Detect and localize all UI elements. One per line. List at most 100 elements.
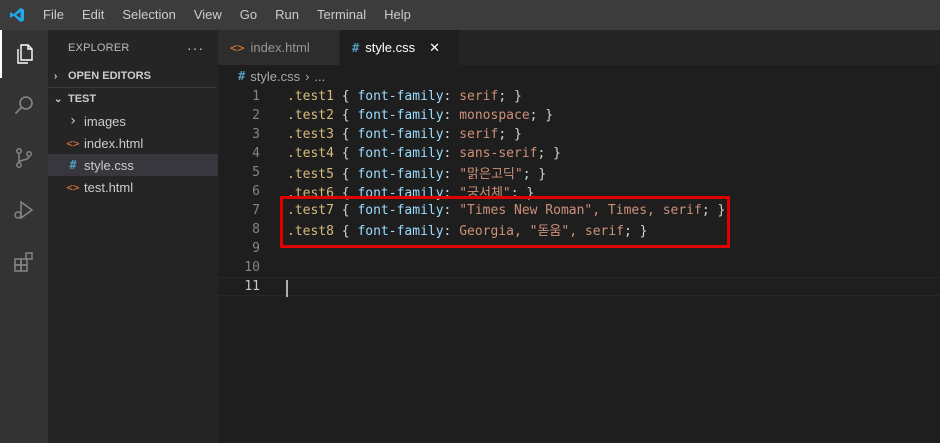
folder-test-section[interactable]: ⌄ TEST [48,88,218,110]
editor-tabs: <> index.html # style.css ✕ [218,30,940,65]
css-property: font-family [357,186,444,201]
menu-selection[interactable]: Selection [113,0,184,30]
tab-style-css[interactable]: # style.css ✕ [340,30,460,65]
tree-item-label: style.css [84,157,134,173]
title-bar: File Edit Selection View Go Run Terminal… [0,0,940,30]
html-file-icon: <> [66,136,80,150]
code-editor[interactable]: 1 .test1 { font-family: serif; } 2 .test… [218,87,940,443]
line-number: 8 [252,222,260,237]
css-file-icon: # [69,158,77,172]
tree-item-label: test.html [84,179,134,195]
extensions-icon[interactable] [0,238,48,286]
source-control-icon[interactable] [0,134,48,182]
css-file-icon: # [352,40,360,55]
css-selector: .test1 [287,89,334,104]
folder-label: TEST [68,93,97,105]
code-line: 5 .test5 { font-family: "맑은고딕"; } [218,163,940,182]
css-property: font-family [357,224,444,239]
close-icon[interactable]: ✕ [429,40,440,56]
line-number: 11 [244,279,260,294]
vscode-logo-icon [0,0,34,30]
tab-label: style.css [365,40,416,55]
line-number: 3 [252,127,260,142]
line-number: 10 [244,260,260,275]
line-number: 7 [252,203,260,218]
css-selector: .test5 [287,167,334,182]
css-selector: .test4 [287,146,334,161]
line-number: 4 [252,146,260,161]
explorer-header: EXPLORER ··· [48,30,218,65]
explorer-title: EXPLORER [68,41,130,54]
chevron-down-icon: ⌄ [54,93,63,105]
tree-item-index-html[interactable]: <> index.html [48,132,218,154]
breadcrumb-symbols[interactable]: ... [314,69,325,84]
css-value: sans-serif [459,146,538,161]
code-line: 2 .test2 { font-family: monospace; } [218,106,940,125]
breadcrumb: # style.css › ... [218,65,940,87]
tree-item-label: index.html [84,135,144,151]
css-property: font-family [357,167,444,182]
css-value: Georgia, "돋움", serif [459,224,625,239]
css-selector: .test6 [287,186,334,201]
css-value: serif [459,89,499,104]
css-value: "맑은고딕" [459,167,523,182]
css-value: "궁서체" [459,186,511,201]
tree-item-images[interactable]: › images [48,110,218,132]
menu-file[interactable]: File [34,0,73,30]
menu-view[interactable]: View [185,0,231,30]
explorer-files-icon[interactable] [0,30,48,78]
code-line: 3 .test3 { font-family: serif; } [218,125,940,144]
css-selector: .test8 [287,224,334,239]
line-number: 9 [252,241,260,256]
open-editors-section[interactable]: › OPEN EDITORS [48,65,218,87]
menu-bar: File Edit Selection View Go Run Terminal… [34,0,420,30]
code-line: 6 .test6 { font-family: "궁서체"; } [218,182,940,201]
more-actions-icon[interactable]: ··· [187,40,204,56]
menu-help[interactable]: Help [375,0,420,30]
chevron-right-icon: › [68,113,78,129]
breadcrumb-file[interactable]: style.css [250,69,300,84]
code-line: 4 .test4 { font-family: sans-serif; } [218,144,940,163]
css-value: serif [459,127,499,142]
menu-go[interactable]: Go [231,0,266,30]
line-number: 1 [252,89,260,104]
css-selector: .test2 [287,108,334,123]
menu-edit[interactable]: Edit [73,0,113,30]
chevron-right-icon: › [54,70,58,82]
open-editors-label: OPEN EDITORS [68,70,151,82]
menu-run[interactable]: Run [266,0,308,30]
css-property: font-family [357,146,444,161]
chevron-right-icon: › [305,68,310,84]
code-line: 1 .test1 { font-family: serif; } [218,87,940,106]
tab-index-html[interactable]: <> index.html [218,30,340,65]
code-line: 8 .test8 { font-family: Georgia, "돋움", s… [218,220,940,239]
code-line: 7 .test7 { font-family: "Times New Roman… [218,201,940,220]
css-file-icon: # [238,69,246,83]
css-value: "Times New Roman", Times, serif [459,203,702,218]
tree-item-style-css[interactable]: # style.css [48,154,218,176]
css-property: font-family [357,108,444,123]
css-property: font-family [357,127,444,142]
line-number: 5 [252,165,260,180]
code-line: 9 [218,239,940,258]
html-file-icon: <> [66,180,80,194]
tree-item-label: images [84,113,126,129]
text-cursor [286,280,288,297]
run-debug-icon[interactable] [0,186,48,234]
current-code-line: 11 [218,277,940,297]
html-file-icon: <> [230,40,245,55]
tab-label: index.html [250,40,310,55]
menu-terminal[interactable]: Terminal [308,0,375,30]
css-selector: .test7 [287,203,334,218]
search-icon[interactable] [0,82,48,130]
css-property: font-family [357,89,444,104]
explorer-sidebar: EXPLORER ··· › OPEN EDITORS ⌄ TEST › ima… [48,30,218,443]
tree-item-test-html[interactable]: <> test.html [48,176,218,198]
code-line: 10 [218,258,940,277]
css-property: font-family [357,203,444,218]
activity-bar [0,30,48,443]
css-value: monospace [459,108,530,123]
line-number: 2 [252,108,260,123]
line-number: 6 [252,184,260,199]
css-selector: .test3 [287,127,334,142]
